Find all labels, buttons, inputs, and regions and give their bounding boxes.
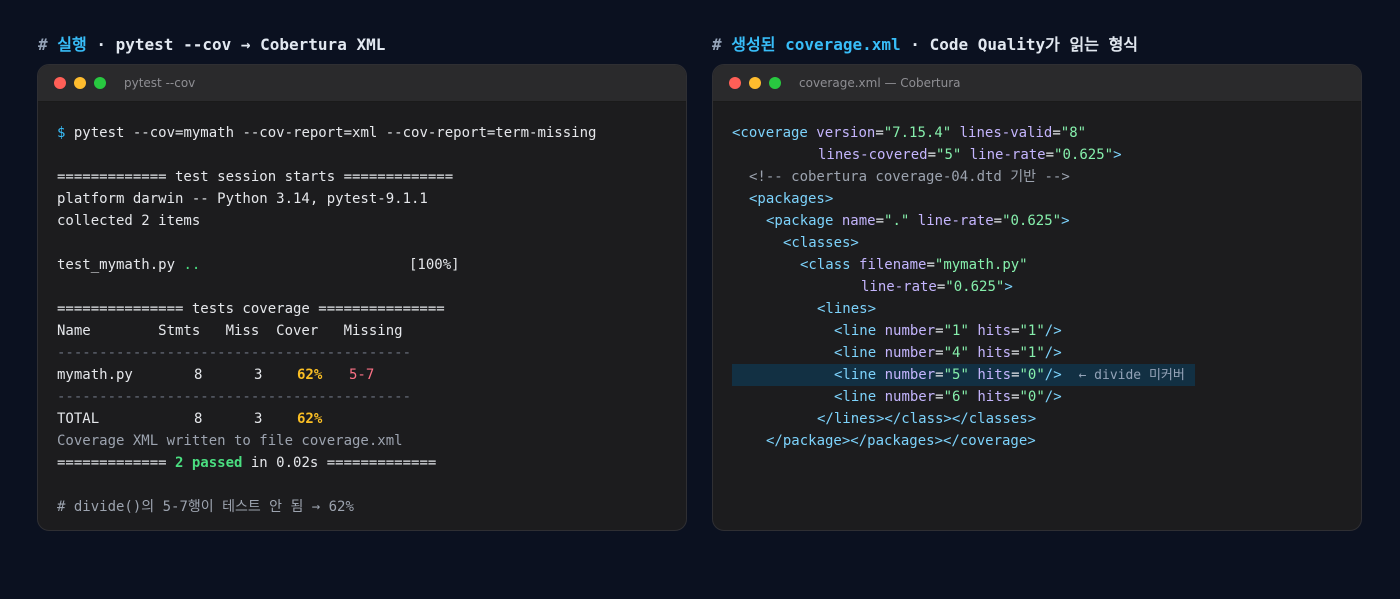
summary-mid: in 0.02s — [242, 455, 327, 471]
test-dots: .. — [183, 257, 201, 273]
test-file: test_mymath.py — [57, 257, 176, 273]
xml-class-open: <class filename="mymath.py" — [800, 257, 1028, 273]
row-miss: 3 — [254, 367, 263, 383]
window-title: pytest --cov — [124, 76, 196, 90]
heading-rest: · pytest --cov → Cobertura XML — [86, 35, 386, 54]
passed-count: 2 passed — [175, 455, 243, 471]
total-stmts: 8 — [194, 411, 203, 427]
xml-package-open: <package name="." line-rate="0.625"> — [766, 213, 1070, 229]
minimize-window-button[interactable] — [749, 77, 761, 89]
uncovered-note: ← divide 미커버 — [1078, 368, 1185, 383]
window-title: coverage.xml — Cobertura — [799, 76, 961, 90]
zoom-window-button[interactable] — [769, 77, 781, 89]
xml-written-line: Coverage XML written to file coverage.xm… — [57, 433, 403, 449]
heading-accent: 생성된 coverage.xml — [731, 35, 901, 54]
minimize-window-button[interactable] — [74, 77, 86, 89]
xml-packages-close: </package></packages></coverage> — [766, 433, 1036, 449]
xml-classes-open: <classes> — [783, 235, 859, 251]
close-window-button[interactable] — [729, 77, 741, 89]
coverage-header: =============== tests coverage =========… — [57, 301, 445, 317]
terminal-output: $ pytest --cov=mymath --cov-report=xml -… — [38, 102, 686, 518]
terminal-window: pytest --cov $ pytest --cov=mymath --cov… — [37, 64, 687, 531]
row-name: mymath.py — [57, 367, 133, 383]
heading-hash: # — [38, 35, 48, 54]
xml-line-entry-uncovered: <line number="5" hits="0"/> ← divide 미커버 — [732, 364, 1195, 386]
xml-line-entry: <line number="6" hits="0"/> — [834, 389, 1062, 405]
command-text: pytest --cov=mymath --cov-report=xml --c… — [65, 125, 597, 141]
xml-lines-open: <lines> — [817, 301, 877, 317]
terminal-section-heading: # 실행 · pytest --cov → Cobertura XML — [38, 31, 385, 55]
platform-line: platform darwin -- Python 3.14, pytest-9… — [57, 191, 428, 207]
heading-accent: 실행 — [57, 35, 87, 54]
window-titlebar: pytest --cov — [38, 65, 686, 102]
test-percent: [100%] — [409, 257, 460, 273]
summary-left: ============= — [57, 455, 176, 471]
xml-coverage-attrs: lines-covered="5" line-rate="0.625"> — [818, 147, 1122, 163]
xml-section-heading: # 생성된 coverage.xml · Code Quality가 읽는 형식 — [712, 31, 1138, 55]
explanation-comment: # divide()의 5-7행이 테스트 안 됨 → 62% — [57, 499, 354, 515]
xml-content: <coverage version="7.15.4" lines-valid="… — [713, 102, 1361, 452]
row-stmts: 8 — [194, 367, 203, 383]
summary-right: ============= — [326, 455, 437, 471]
close-window-button[interactable] — [54, 77, 66, 89]
window-titlebar: coverage.xml — Cobertura — [713, 65, 1361, 102]
xml-class-rate: line-rate="0.625"> — [861, 279, 1013, 295]
xml-lines-close: </lines></class></classes> — [817, 411, 1037, 427]
command-line: $ pytest --cov=mymath --cov-report=xml -… — [38, 122, 686, 144]
collected-line: collected 2 items — [57, 213, 201, 229]
total-miss: 3 — [254, 411, 263, 427]
total-cover: 62% — [297, 411, 323, 427]
total-name: TOTAL — [57, 411, 100, 427]
xml-line-entry: <line number="1" hits="1"/> — [834, 323, 1062, 339]
row-missing: 5-7 — [349, 367, 375, 383]
session-header: ============= test session starts ======… — [57, 169, 454, 185]
heading-rest: · Code Quality가 읽는 형식 — [900, 35, 1139, 54]
xml-dtd-comment: <!-- cobertura coverage-04.dtd 기반 --> — [749, 169, 1070, 185]
test-result-line: test_mymath.py .. [100%] — [38, 254, 686, 276]
coverage-table-header: Name Stmts Miss Cover Missing — [57, 323, 403, 339]
total-row: TOTAL 8 3 62% — [38, 408, 686, 430]
heading-hash: # — [712, 35, 722, 54]
summary-line: ============= 2 passed in 0.02s ========… — [38, 452, 686, 474]
xml-packages-open: <packages> — [749, 191, 834, 207]
xml-window: coverage.xml — Cobertura <coverage versi… — [712, 64, 1362, 531]
table-separator: ----------------------------------------… — [57, 389, 412, 405]
row-cover: 62% — [297, 367, 323, 383]
xml-line-entry: <line number="4" hits="1"/> — [834, 345, 1062, 361]
xml-coverage-open: <coverage version="7.15.4" lines-valid="… — [732, 125, 1087, 141]
table-separator: ----------------------------------------… — [57, 345, 412, 361]
zoom-window-button[interactable] — [94, 77, 106, 89]
coverage-row: mymath.py 8 3 62% 5-7 — [38, 364, 686, 386]
